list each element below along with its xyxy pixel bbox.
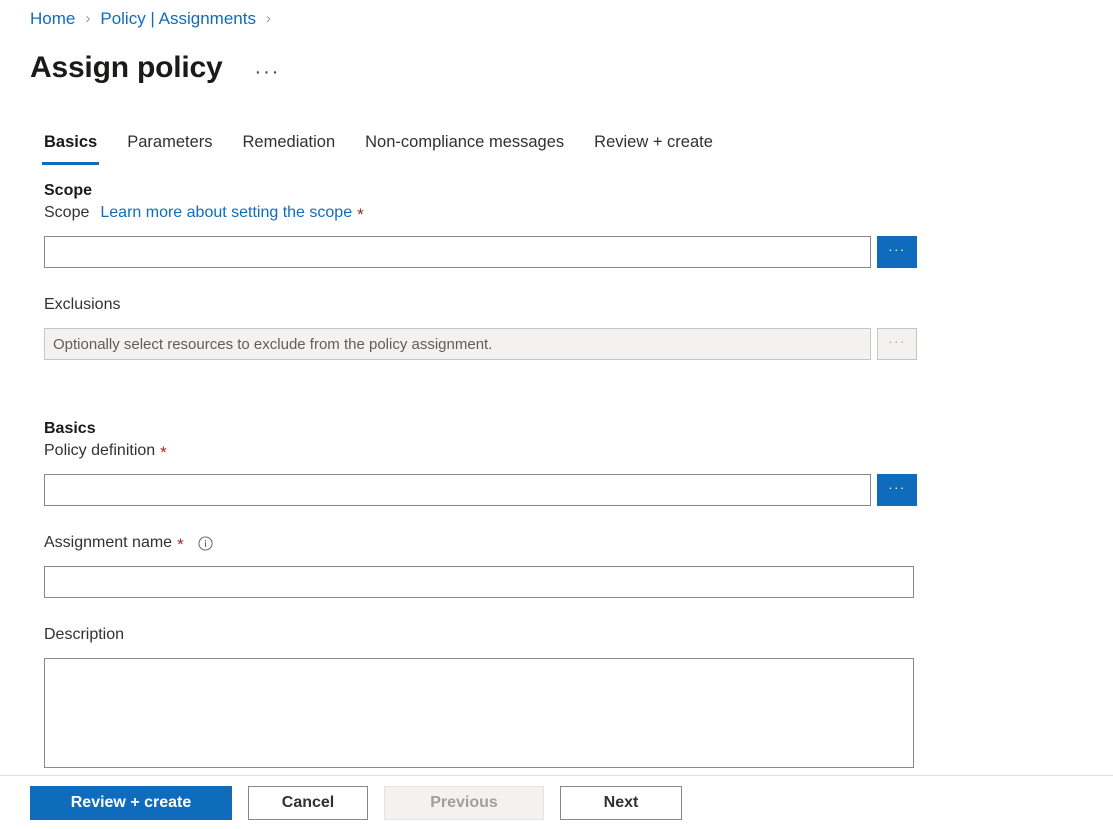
tab-review-create[interactable]: Review + create xyxy=(592,128,715,165)
chevron-right-icon: › xyxy=(266,8,271,30)
scope-picker-button[interactable]: ··· xyxy=(877,236,917,268)
next-button[interactable]: Next xyxy=(560,786,682,820)
policy-definition-field-label: Policy definition * xyxy=(44,440,1113,462)
required-asterisk: * xyxy=(177,538,184,552)
section-heading-basics: Basics xyxy=(44,418,1113,440)
info-icon[interactable] xyxy=(198,536,213,551)
description-textarea[interactable] xyxy=(44,658,914,768)
scope-input[interactable] xyxy=(44,236,871,268)
tab-non-compliance-messages[interactable]: Non-compliance messages xyxy=(363,128,566,165)
description-field-label: Description xyxy=(44,624,1113,646)
assign-policy-form: Scope Scope Learn more about setting the… xyxy=(0,180,1113,768)
wizard-footer: Review + create Cancel Previous Next xyxy=(0,775,1113,829)
exclusions-label-text: Exclusions xyxy=(44,294,120,316)
page-title: Assign policy xyxy=(30,48,222,88)
tab-remediation[interactable]: Remediation xyxy=(241,128,338,165)
more-options-icon[interactable]: ··· xyxy=(252,58,282,86)
description-label-text: Description xyxy=(44,624,124,646)
description-field-row xyxy=(44,658,1113,768)
scope-label-text: Scope xyxy=(44,202,89,224)
policy-definition-field-row: ··· xyxy=(44,474,1113,506)
assignment-name-field-row xyxy=(44,566,1113,598)
cancel-button[interactable]: Cancel xyxy=(248,786,368,820)
exclusions-field-row: ··· xyxy=(44,328,1113,360)
previous-button: Previous xyxy=(384,786,544,820)
required-asterisk: * xyxy=(160,446,167,460)
review-create-button[interactable]: Review + create xyxy=(30,786,232,820)
policy-definition-input[interactable] xyxy=(44,474,871,506)
policy-definition-label-text: Policy definition xyxy=(44,440,155,462)
page-header: Assign policy ··· xyxy=(30,48,282,88)
section-heading-scope: Scope xyxy=(44,180,1113,202)
scope-field-label: Scope Learn more about setting the scope… xyxy=(44,202,1113,224)
breadcrumb: Home › Policy | Assignments › xyxy=(30,8,281,30)
scope-field-row: ··· xyxy=(44,236,1113,268)
assignment-name-input[interactable] xyxy=(44,566,914,598)
breadcrumb-item-policy-assignments[interactable]: Policy | Assignments xyxy=(100,8,256,30)
exclusions-input[interactable] xyxy=(44,328,871,360)
tab-parameters[interactable]: Parameters xyxy=(125,128,214,165)
chevron-right-icon: › xyxy=(85,8,90,30)
assignment-name-label-text: Assignment name xyxy=(44,532,172,554)
exclusions-field-label: Exclusions xyxy=(44,294,1113,316)
tab-basics[interactable]: Basics xyxy=(42,128,99,165)
learn-more-scope-link[interactable]: Learn more about setting the scope xyxy=(100,202,352,224)
exclusions-picker-button[interactable]: ··· xyxy=(877,328,917,360)
required-asterisk: * xyxy=(357,208,364,222)
assignment-name-field-label: Assignment name * xyxy=(44,532,1113,554)
policy-definition-picker-button[interactable]: ··· xyxy=(877,474,917,506)
wizard-tabs: Basics Parameters Remediation Non-compli… xyxy=(42,128,741,168)
breadcrumb-item-home[interactable]: Home xyxy=(30,8,75,30)
